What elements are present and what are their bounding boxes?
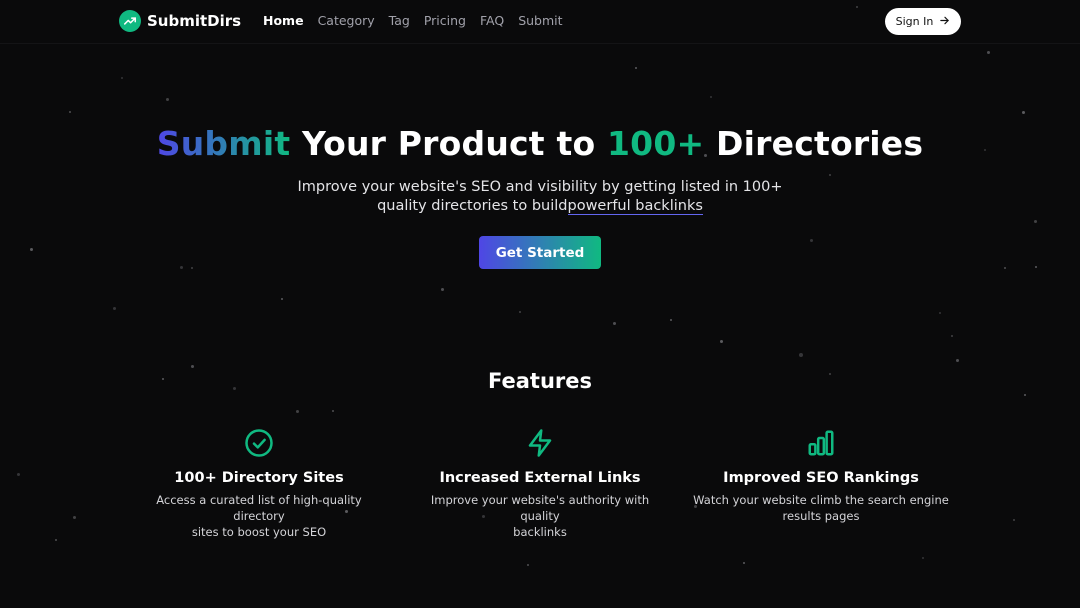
feature-card-seo-rankings: Improved SEO Rankings Watch your website… (691, 428, 951, 524)
sign-in-button[interactable]: Sign In (885, 8, 961, 35)
star-dot (829, 174, 831, 176)
nav-home[interactable]: Home (263, 13, 304, 28)
nav-pricing[interactable]: Pricing (424, 13, 466, 28)
star-dot (955, 358, 959, 362)
feature-description: Access a curated list of high-quality di… (129, 492, 389, 540)
check-circle-icon (129, 428, 389, 458)
star-dot (72, 515, 76, 519)
feature-description-line1: Access a curated list of high-quality di… (156, 493, 362, 523)
feature-title: Increased External Links (439, 470, 641, 486)
brand-name: SubmitDirs (147, 12, 242, 30)
star-dot (635, 67, 637, 69)
hero-subtitle-line1: Improve your website's SEO and visibilit… (297, 179, 783, 195)
trending-up-icon (119, 10, 141, 32)
star-dot (55, 539, 57, 541)
star-dot (281, 298, 283, 300)
star-dot (951, 335, 953, 337)
star-dot (612, 321, 616, 325)
nav-tag[interactable]: Tag (389, 13, 410, 28)
hero-subtitle: Improve your website's SEO and visibilit… (0, 178, 1080, 216)
feature-description-line1: Watch your website climb the search engi… (693, 493, 949, 507)
features-heading: Features (488, 369, 592, 393)
feature-title: 100+ Directory Sites (174, 470, 344, 486)
hero-title-text: Your Product to (290, 124, 608, 163)
nav-faq[interactable]: FAQ (480, 13, 504, 28)
star-dot (809, 238, 813, 242)
star-dot (1033, 219, 1037, 223)
star-dot (16, 472, 20, 476)
nav-submit[interactable]: Submit (518, 13, 562, 28)
feature-description-line2: results pages (782, 509, 860, 523)
star-dot (1035, 266, 1037, 268)
feature-card-directory-sites: 100+ Directory Sites Access a curated li… (129, 428, 389, 540)
main-nav: Home Category Tag Pricing FAQ Submit (263, 13, 563, 28)
star-dot (1004, 267, 1006, 269)
star-dot (295, 409, 299, 413)
star-dot (922, 557, 924, 559)
lightning-icon (410, 428, 670, 458)
star-dot (1013, 519, 1015, 521)
hero-subtitle-line2: quality directories to buildpowerful bac… (0, 197, 1080, 216)
hero-title-highlight: Submit (156, 124, 291, 163)
feature-description: Improve your website's authority with qu… (410, 492, 670, 540)
sign-in-label: Sign In (895, 15, 934, 28)
feature-description: Watch your website climb the search engi… (691, 492, 951, 524)
hero-title-count: 100+ (607, 124, 705, 163)
star-dot (710, 96, 712, 98)
hero-subtitle-underlined: powerful backlinks (567, 198, 703, 215)
brand-logo[interactable]: SubmitDirs (119, 10, 241, 32)
star-dot (29, 247, 33, 251)
feature-description-line2: backlinks (513, 525, 567, 539)
star-dot (519, 311, 521, 313)
star-dot (440, 287, 444, 291)
star-dot (112, 306, 116, 310)
hero-title-end: Directories (704, 124, 924, 163)
feature-title: Improved SEO Rankings (723, 470, 919, 486)
star-dot (121, 77, 123, 79)
bar-chart-icon (691, 428, 951, 458)
star-dot (719, 339, 723, 343)
star-dot (1021, 110, 1025, 114)
star-dot (799, 353, 803, 357)
get-started-button[interactable]: Get Started (479, 236, 601, 269)
star-dot (670, 319, 672, 321)
feature-description-line2: sites to boost your SEO (191, 525, 327, 539)
star-dot (190, 364, 194, 368)
nav-category[interactable]: Category (318, 13, 375, 28)
hero-title: Submit Your Product to 100+ Directories (0, 124, 1080, 163)
star-dot (69, 111, 71, 113)
feature-card-external-links: Increased External Links Improve your we… (410, 428, 670, 540)
top-navbar: SubmitDirs Home Category Tag Pricing FAQ… (0, 0, 1080, 44)
star-dot (986, 50, 990, 54)
star-dot (527, 564, 529, 566)
star-dot (191, 267, 193, 269)
star-dot (743, 562, 745, 564)
star-dot (1024, 394, 1026, 396)
star-dot (332, 410, 334, 412)
star-dot (939, 312, 941, 314)
feature-description-line1: Improve your website's authority with qu… (430, 493, 650, 523)
star-dot (165, 97, 169, 101)
arrow-right-icon (939, 15, 950, 29)
hero-subtitle-line2-a: quality directories to build (377, 198, 568, 214)
star-dot (179, 265, 183, 269)
